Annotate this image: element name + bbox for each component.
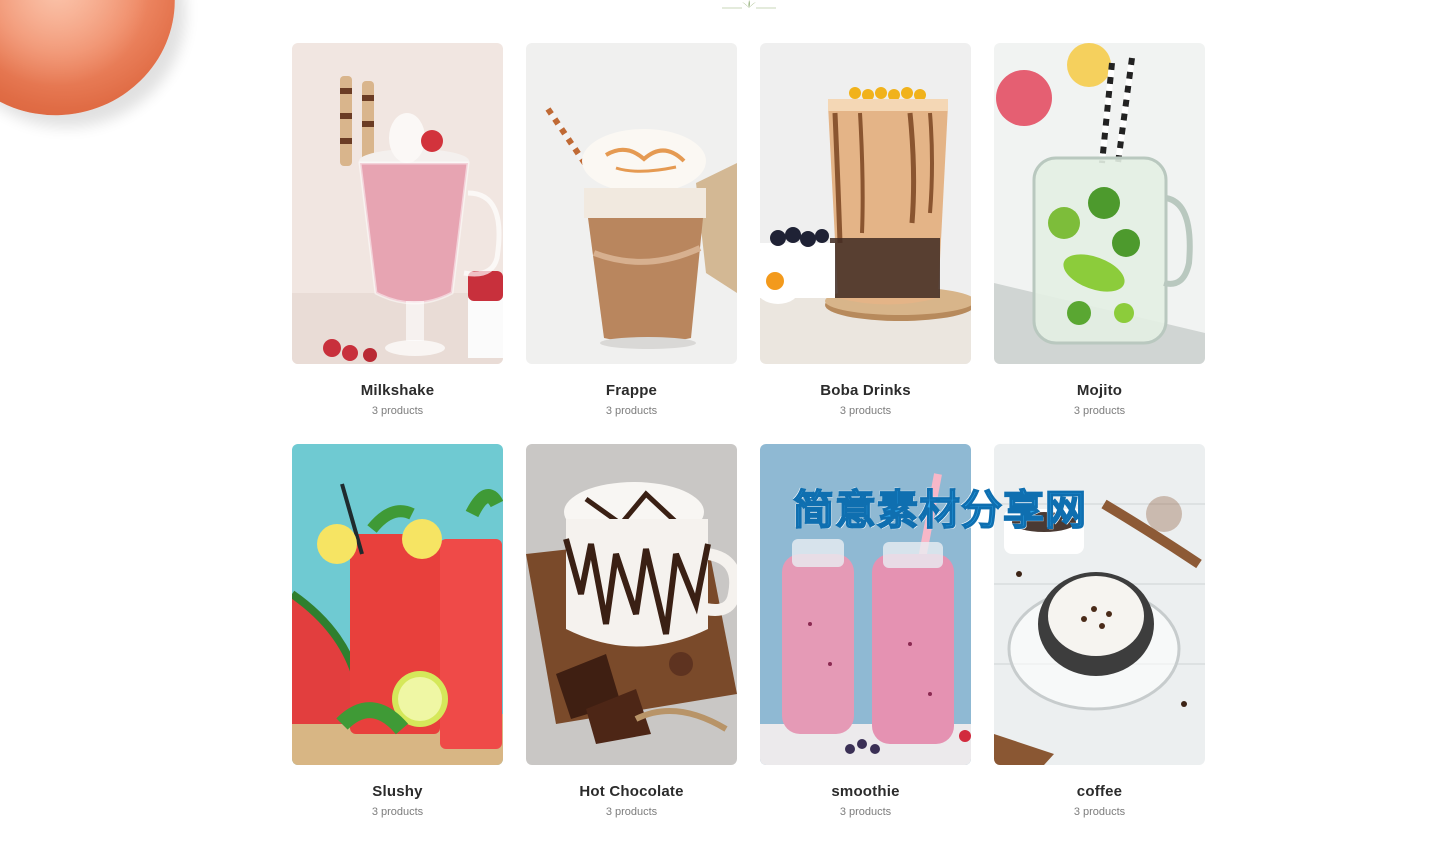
boba-drinks-image[interactable] [760,43,971,364]
category-title[interactable]: Hot Chocolate [579,783,683,800]
category-card-mojito[interactable]: Mojito 3 products [994,43,1205,444]
category-title[interactable]: Boba Drinks [820,382,911,399]
watermark-text: 简意素材分享网 [792,485,1087,535]
category-count: 3 products [839,405,892,417]
category-count: 3 products [605,806,658,818]
category-card-slushy[interactable]: Slushy 3 products [292,444,503,845]
category-card-boba-drinks[interactable]: Boba Drinks 3 products [760,43,971,444]
category-count: 3 products [371,405,424,417]
category-count: 3 products [605,405,658,417]
milkshake-image[interactable] [292,43,503,364]
category-title[interactable]: Mojito [1077,382,1122,399]
category-title[interactable]: coffee [1077,783,1122,800]
leaf-ornament-icon [722,0,776,9]
category-count: 3 products [1073,806,1126,818]
slushy-image[interactable] [292,444,503,765]
mojito-image[interactable] [994,43,1205,364]
frappe-image[interactable] [526,43,737,364]
hot-chocolate-image[interactable] [526,444,737,765]
category-title[interactable]: Slushy [372,783,422,800]
category-card-milkshake[interactable]: Milkshake 3 products [292,43,503,444]
category-count: 3 products [1073,405,1126,417]
grapefruit-decoration [0,0,196,137]
category-count: 3 products [371,806,424,818]
category-card-hot-chocolate[interactable]: Hot Chocolate 3 products [526,444,737,845]
category-count: 3 products [839,806,892,818]
category-card-frappe[interactable]: Frappe 3 products [526,43,737,444]
category-title[interactable]: Frappe [606,382,657,399]
category-grid: Milkshake 3 products Frappe 3 products B… [292,43,1205,845]
category-title[interactable]: Milkshake [361,382,435,399]
category-title[interactable]: smoothie [831,783,899,800]
